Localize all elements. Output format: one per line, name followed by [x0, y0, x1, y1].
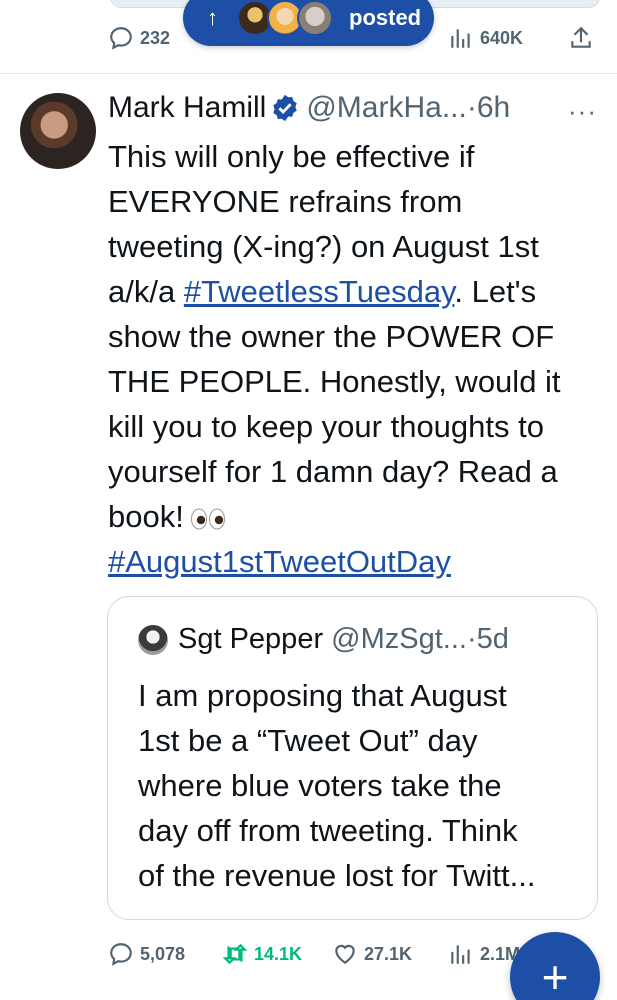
text-line: EVERYONE refrains from	[108, 184, 463, 219]
reply-icon	[110, 27, 132, 50]
share-button[interactable]	[568, 18, 594, 58]
new-posts-pill[interactable]: ↑ posted	[183, 0, 434, 46]
quote-line: I am proposing that August	[138, 678, 507, 713]
text-line: a/k/a #TweetlessTuesday. Let's	[108, 269, 603, 314]
author-name[interactable]: Mark Hamill	[108, 91, 266, 125]
tweet-time[interactable]: ·6h	[467, 91, 510, 125]
reply-button[interactable]: 232	[108, 18, 170, 58]
hashtag-link[interactable]: #TweetlessTuesday	[184, 274, 455, 309]
quote-time: ·5d	[466, 623, 509, 655]
text-line: book!	[108, 494, 603, 539]
retweet-button[interactable]: 14.1K	[222, 934, 302, 974]
views-button[interactable]: 640K	[448, 18, 523, 58]
quote-text: I am proposing that August 1st be a “Twe…	[138, 673, 588, 898]
text-line: show the owner the POWER OF	[108, 319, 555, 354]
avatar	[297, 0, 333, 36]
arrow-up-icon: ↑	[207, 5, 218, 30]
retweet-count: 14.1K	[254, 943, 303, 964]
share-icon	[571, 26, 591, 48]
pill-avatars	[237, 0, 333, 36]
views-icon	[451, 29, 470, 48]
like-icon	[335, 944, 355, 964]
author-avatar[interactable]	[20, 93, 96, 169]
quoted-tweet-card[interactable]: Sgt Pepper @MzSgt... ·5d I am proposing …	[107, 596, 598, 920]
reply-count: 232	[140, 27, 171, 48]
quote-author-name: Sgt Pepper	[178, 623, 324, 655]
quote-avatar	[138, 624, 168, 655]
retweet-icon	[222, 943, 248, 965]
views-button[interactable]: 2.1M	[448, 934, 520, 974]
quote-line: day off from tweeting. Think	[138, 813, 518, 848]
reply-button[interactable]: 5,078	[108, 934, 185, 974]
text-fragment: book!	[108, 499, 184, 534]
author-handle[interactable]: @MarkHa...	[306, 91, 466, 125]
text-line: THE PEOPLE. Honestly, would it	[108, 364, 561, 399]
quote-line: of the revenue lost for Twitt...	[138, 858, 536, 893]
quote-handle: @MzSgt...	[331, 623, 467, 655]
like-button[interactable]: 27.1K	[332, 934, 412, 974]
views-count: 640K	[480, 27, 524, 48]
views-icon	[451, 945, 470, 964]
quote-line: where blue voters take the	[138, 768, 502, 803]
tweet-header: Mark Hamill @MarkHa... ·6h	[108, 88, 510, 128]
text-line: kill you to keep your thoughts to	[108, 409, 544, 444]
like-count: 27.1K	[364, 943, 413, 964]
tweet-text: This will only be effective if EVERYONE …	[108, 134, 603, 584]
quote-line: 1st be a “Tweet Out” day	[138, 723, 478, 758]
text-fragment: . Let's	[454, 274, 537, 309]
text-line: This will only be effective if	[108, 139, 475, 174]
text-fragment: a/k/a	[108, 274, 184, 309]
reply-count: 5,078	[140, 943, 186, 964]
divider	[0, 73, 617, 74]
text-line: yourself for 1 damn day? Read a	[108, 454, 558, 489]
more-options-icon[interactable]: ···	[568, 96, 597, 127]
reply-icon	[110, 943, 132, 966]
eyes-emoji-icon	[190, 508, 225, 530]
verified-badge-icon	[273, 94, 298, 122]
quote-header: Sgt Pepper @MzSgt... ·5d	[138, 623, 509, 656]
pill-label: posted	[349, 5, 422, 30]
text-line: tweeting (X-ing?) on August 1st	[108, 229, 539, 264]
hashtag-link[interactable]: #August1stTweetOutDay	[108, 539, 603, 584]
